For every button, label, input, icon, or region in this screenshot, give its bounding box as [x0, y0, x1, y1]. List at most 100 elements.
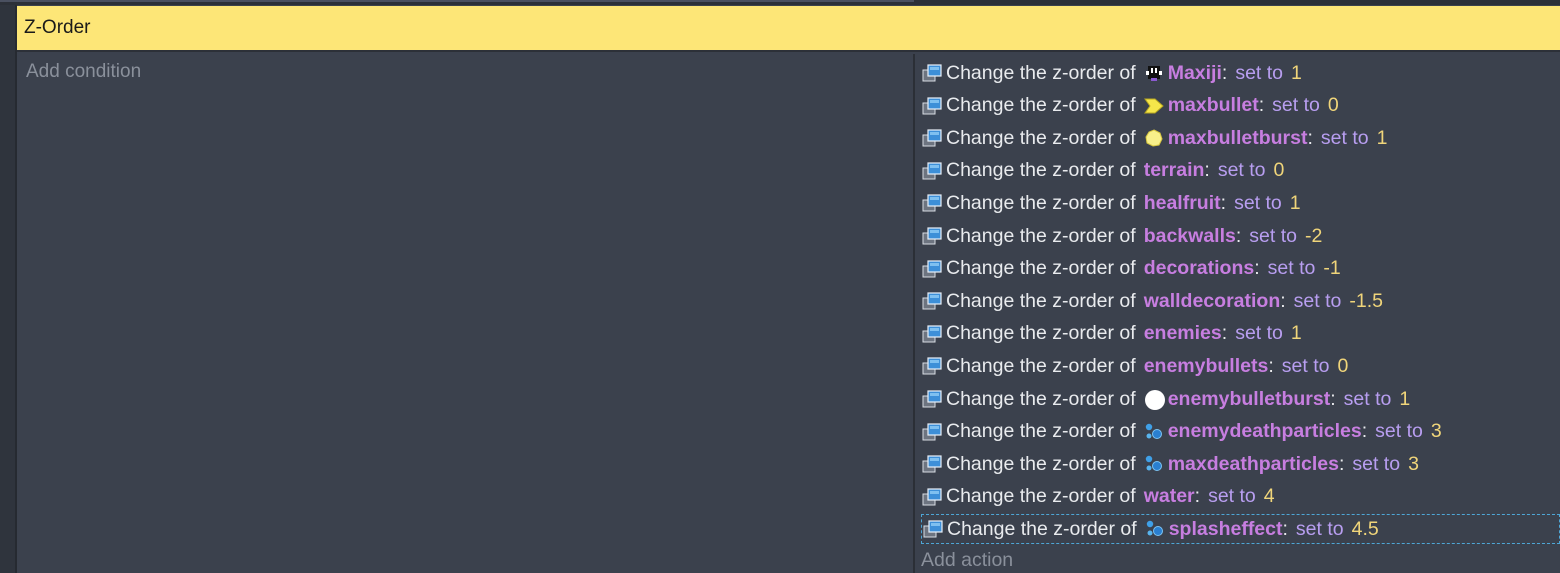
- action-object-name[interactable]: enemies: [1144, 322, 1222, 345]
- z-order-action-icon: [921, 225, 943, 247]
- action-description: Change the z-order of: [946, 387, 1136, 410]
- white-circle-icon: [1144, 389, 1165, 410]
- action-description: Change the z-order of: [946, 485, 1136, 508]
- maxiji-sprite-icon: [1144, 63, 1164, 83]
- event-group-title[interactable]: Z-Order: [24, 17, 91, 39]
- action-value[interactable]: 0: [1337, 355, 1348, 378]
- action-operator: set to: [1234, 191, 1282, 214]
- action-operator: set to: [1217, 159, 1266, 182]
- action-colon: :: [1204, 159, 1210, 182]
- action-value[interactable]: 4.5: [1352, 518, 1379, 541]
- action-object-name[interactable]: splasheffect: [1169, 518, 1283, 541]
- action-object-name[interactable]: terrain: [1144, 159, 1205, 182]
- action-colon: :: [1235, 224, 1242, 247]
- action-object-name[interactable]: decorations: [1144, 257, 1255, 280]
- action-value[interactable]: -1.5: [1349, 290, 1383, 313]
- action-value[interactable]: 0: [1274, 159, 1285, 182]
- action-colon: :: [1338, 452, 1345, 475]
- action-object-name[interactable]: enemybulletburst: [1168, 388, 1331, 411]
- z-order-action-icon: [921, 486, 943, 508]
- action-description: Change the z-order of: [946, 452, 1136, 475]
- action-row[interactable]: Change the z-order of splasheffect: set to…: [921, 514, 1560, 545]
- z-order-action-icon: [921, 160, 943, 182]
- action-row[interactable]: Change the z-order of decorations: set to -…: [921, 254, 1560, 284]
- action-colon: :: [1280, 289, 1286, 312]
- action-operator: set to: [1343, 387, 1392, 410]
- action-colon: :: [1254, 257, 1260, 280]
- action-row[interactable]: Change the z-order of enemybulletburst: se…: [921, 384, 1560, 414]
- action-row[interactable]: Change the z-order of terrain: set to 0: [921, 156, 1560, 186]
- action-operator: set to: [1320, 126, 1369, 149]
- action-value[interactable]: -2: [1305, 225, 1322, 248]
- action-object-name[interactable]: maxdeathparticles: [1168, 453, 1339, 476]
- z-order-action-icon: [921, 290, 943, 312]
- action-value[interactable]: -1: [1323, 257, 1340, 280]
- action-row[interactable]: Change the z-order of maxdeathparticles: s…: [921, 449, 1560, 479]
- z-order-action-icon: [921, 95, 943, 117]
- action-object-name[interactable]: healfruit: [1144, 192, 1221, 215]
- action-value[interactable]: 1: [1290, 192, 1301, 215]
- actions-panel[interactable]: Change the z-order of Maxiji: set to 1 Chang…: [915, 54, 1560, 573]
- action-operator: set to: [1352, 452, 1401, 475]
- action-operator: set to: [1249, 224, 1297, 247]
- action-row[interactable]: Change the z-order of water: set to 4: [921, 482, 1560, 512]
- action-description: Change the z-order of: [946, 257, 1136, 280]
- top-strip-highlight: [0, 0, 914, 2]
- action-row[interactable]: Change the z-order of maxbullet: set to 0: [921, 91, 1560, 121]
- action-value[interactable]: 0: [1328, 94, 1339, 117]
- event-gutter[interactable]: [0, 5, 15, 573]
- action-value[interactable]: 1: [1291, 62, 1302, 85]
- action-value[interactable]: 3: [1431, 420, 1442, 443]
- action-description: Change the z-order of: [946, 289, 1136, 312]
- action-row[interactable]: Change the z-order of walldecoration: set …: [921, 286, 1560, 316]
- action-description: Change the z-order of: [946, 354, 1136, 377]
- action-row[interactable]: Change the z-order of enemies: set to 1: [921, 319, 1560, 349]
- action-value[interactable]: 4: [1264, 485, 1275, 508]
- z-order-action-icon: [921, 421, 943, 443]
- action-object-name[interactable]: maxbullet: [1168, 94, 1259, 117]
- action-row[interactable]: Change the z-order of Maxiji: set to 1: [921, 58, 1560, 88]
- action-row[interactable]: Change the z-order of healfruit: set to 1: [921, 188, 1560, 218]
- z-order-action-icon: [921, 388, 943, 410]
- action-operator: set to: [1281, 354, 1330, 377]
- action-row[interactable]: Change the z-order of maxbulletburst: set …: [921, 123, 1560, 153]
- z-order-action-icon: [922, 518, 944, 540]
- action-object-name[interactable]: water: [1144, 485, 1195, 508]
- event-group-header[interactable]: Z-Order: [17, 6, 1560, 52]
- action-value[interactable]: 1: [1291, 322, 1302, 345]
- action-object-name[interactable]: maxbulletburst: [1168, 127, 1308, 150]
- action-object-name[interactable]: Maxiji: [1168, 62, 1222, 85]
- action-description: Change the z-order of: [946, 126, 1136, 149]
- action-operator: set to: [1272, 94, 1320, 117]
- action-row[interactable]: Change the z-order of backwalls: set to -2: [921, 221, 1560, 251]
- maxbulletburst-sprite-icon: [1144, 128, 1164, 148]
- action-object-name[interactable]: enemydeathparticles: [1168, 420, 1362, 443]
- add-condition-button[interactable]: Add condition: [26, 61, 141, 83]
- z-order-action-icon: [921, 258, 943, 280]
- action-description: Change the z-order of: [946, 94, 1136, 117]
- action-colon: :: [1268, 354, 1274, 377]
- action-value[interactable]: 3: [1408, 453, 1419, 476]
- action-object-name[interactable]: walldecoration: [1144, 290, 1281, 313]
- particle-emitter-icon: [1145, 519, 1165, 539]
- action-object-name[interactable]: backwalls: [1144, 225, 1236, 248]
- particle-emitter-icon: [1144, 454, 1164, 474]
- action-operator: set to: [1208, 485, 1256, 508]
- action-description: Change the z-order of: [947, 517, 1137, 540]
- action-object-name[interactable]: enemybullets: [1144, 355, 1269, 378]
- action-colon: :: [1258, 94, 1265, 117]
- add-action-button[interactable]: Add action: [921, 549, 1013, 572]
- z-order-action-icon: [921, 62, 943, 84]
- conditions-panel[interactable]: Add condition: [17, 54, 913, 573]
- z-order-action-icon: [921, 355, 943, 377]
- action-value[interactable]: 1: [1399, 388, 1410, 411]
- action-row[interactable]: Change the z-order of enemybullets: set to…: [921, 351, 1560, 381]
- action-colon: :: [1330, 387, 1336, 410]
- action-description: Change the z-order of: [946, 224, 1136, 247]
- action-operator: set to: [1293, 289, 1342, 312]
- action-row[interactable]: Change the z-order of enemydeathparticles…: [921, 417, 1560, 447]
- action-value[interactable]: 1: [1377, 127, 1388, 150]
- z-order-action-icon: [921, 453, 943, 475]
- action-description: Change the z-order of: [946, 61, 1136, 84]
- action-operator: set to: [1375, 420, 1423, 443]
